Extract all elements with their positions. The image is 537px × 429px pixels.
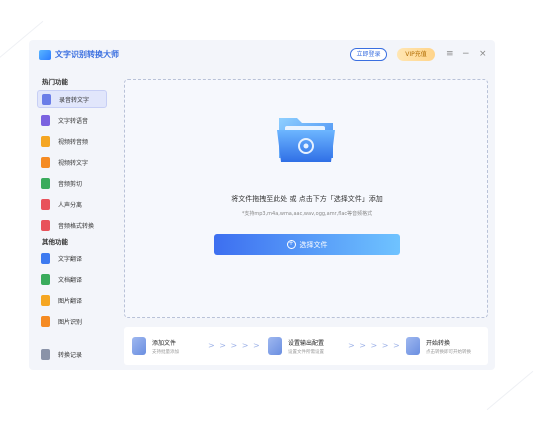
video-text-icon: [41, 156, 50, 168]
sidebar-item-label: 音频剪切: [58, 180, 83, 188]
plus-icon: +: [286, 240, 296, 249]
sidebar-item-label: 视频转文字: [58, 159, 89, 167]
format-file-icon: [41, 219, 50, 231]
sidebar-item-label: 视频转音频: [58, 138, 89, 146]
login-button[interactable]: 立即登录: [350, 48, 387, 61]
convert-file-icon: [406, 337, 420, 355]
step-output-settings: 设置输出配置 设置文件所需设置: [268, 335, 324, 357]
sidebar-item-text-translate[interactable]: 文字翻译: [37, 249, 107, 267]
video-file-icon: [41, 135, 50, 147]
folder-icon: [277, 118, 335, 162]
image-file-icon: [41, 294, 50, 306]
step-arrows: > > > > >: [208, 341, 261, 350]
section-hot-heading: 热门功能: [42, 78, 68, 86]
minimize-icon[interactable]: −: [462, 48, 470, 60]
sidebar: 热门功能 录音转文字 文字转语音 视频转音频 视频转文字 音频剪切 人声分离 音…: [29, 70, 115, 370]
settings-file-icon: [268, 337, 282, 355]
section-other-heading: 其他功能: [42, 238, 68, 246]
scissors-file-icon: [41, 177, 50, 189]
history-icon: [41, 348, 50, 360]
close-icon[interactable]: ×: [479, 48, 487, 60]
supported-formats: *支持mp3,m4a,wma,aac,wav,ogg,amr,flac等音频格式: [241, 211, 373, 217]
step-desc: 设置文件所需设置: [288, 349, 324, 355]
sidebar-item-label: 图片识别: [58, 318, 83, 326]
document-file-icon: [41, 273, 50, 285]
sidebar-item-video-to-text[interactable]: 视频转文字: [37, 153, 107, 171]
sidebar-item-image-recognition[interactable]: 图片识别: [37, 312, 107, 330]
step-add-file: 添加文件 支持批量添加: [132, 335, 179, 357]
step-desc: 支持批量添加: [152, 349, 179, 355]
sidebar-item-label: 文档翻译: [58, 276, 83, 284]
sidebar-item-history[interactable]: 转换记录: [37, 345, 107, 363]
sidebar-item-audio-format[interactable]: 音频格式转换: [37, 216, 107, 234]
audio-file-icon: [42, 93, 51, 105]
sidebar-item-audio-to-text[interactable]: 录音转文字: [37, 90, 107, 108]
translate-file-icon: [41, 252, 50, 264]
file-drop-zone[interactable]: 将文件拖拽至此处 或 点击下方「选择文件」添加 *支持mp3,m4a,wma,a…: [124, 79, 488, 318]
step-desc: 点击转换即可开始转换: [426, 349, 471, 355]
sidebar-item-label: 文字转语音: [58, 117, 89, 125]
image-scan-icon: [41, 315, 50, 327]
menu-icon[interactable]: ≡: [446, 48, 454, 60]
app-logo-icon: [39, 50, 51, 60]
steps-bar: 添加文件 支持批量添加 > > > > > 设置输出配置 设置文件所需设置 > …: [124, 327, 488, 365]
choose-file-label: 选择文件: [299, 240, 328, 249]
step-title: 开始转换: [426, 339, 451, 347]
choose-file-button[interactable]: + 选择文件: [214, 234, 400, 255]
sidebar-item-image-translate[interactable]: 图片翻译: [37, 291, 107, 309]
sidebar-item-text-to-speech[interactable]: 文字转语音: [37, 111, 107, 129]
sidebar-item-audio-cut[interactable]: 音频剪切: [37, 174, 107, 192]
vocal-file-icon: [41, 198, 50, 210]
sidebar-item-label: 人声分离: [58, 201, 83, 209]
app-window: 文字识别转换大师 立即登录 VIP充值 ≡ − × 热门功能 录音转文字 文字转…: [29, 40, 495, 370]
step-title: 设置输出配置: [288, 339, 325, 347]
drop-instructions: 将文件拖拽至此处 或 点击下方「选择文件」添加: [231, 195, 383, 203]
sidebar-item-label: 录音转文字: [59, 96, 90, 104]
step-start-convert: 开始转换 点击转换即可开始转换: [406, 335, 471, 357]
history-label: 转换记录: [58, 351, 83, 359]
add-file-icon: [132, 337, 146, 355]
vip-button[interactable]: VIP充值: [397, 48, 435, 61]
titlebar: 文字识别转换大师 立即登录 VIP充值 ≡ − ×: [29, 40, 495, 70]
sidebar-item-label: 文字翻译: [58, 255, 83, 263]
sidebar-item-label: 图片翻译: [58, 297, 83, 305]
step-arrows: > > > > >: [348, 341, 401, 350]
sidebar-item-doc-translate[interactable]: 文档翻译: [37, 270, 107, 288]
sidebar-item-vocal-separation[interactable]: 人声分离: [37, 195, 107, 213]
step-title: 添加文件: [152, 339, 177, 347]
text-file-icon: [41, 114, 50, 126]
sidebar-item-label: 音频格式转换: [58, 222, 95, 230]
app-title: 文字识别转换大师: [55, 50, 119, 59]
sidebar-item-video-to-audio[interactable]: 视频转音频: [37, 132, 107, 150]
